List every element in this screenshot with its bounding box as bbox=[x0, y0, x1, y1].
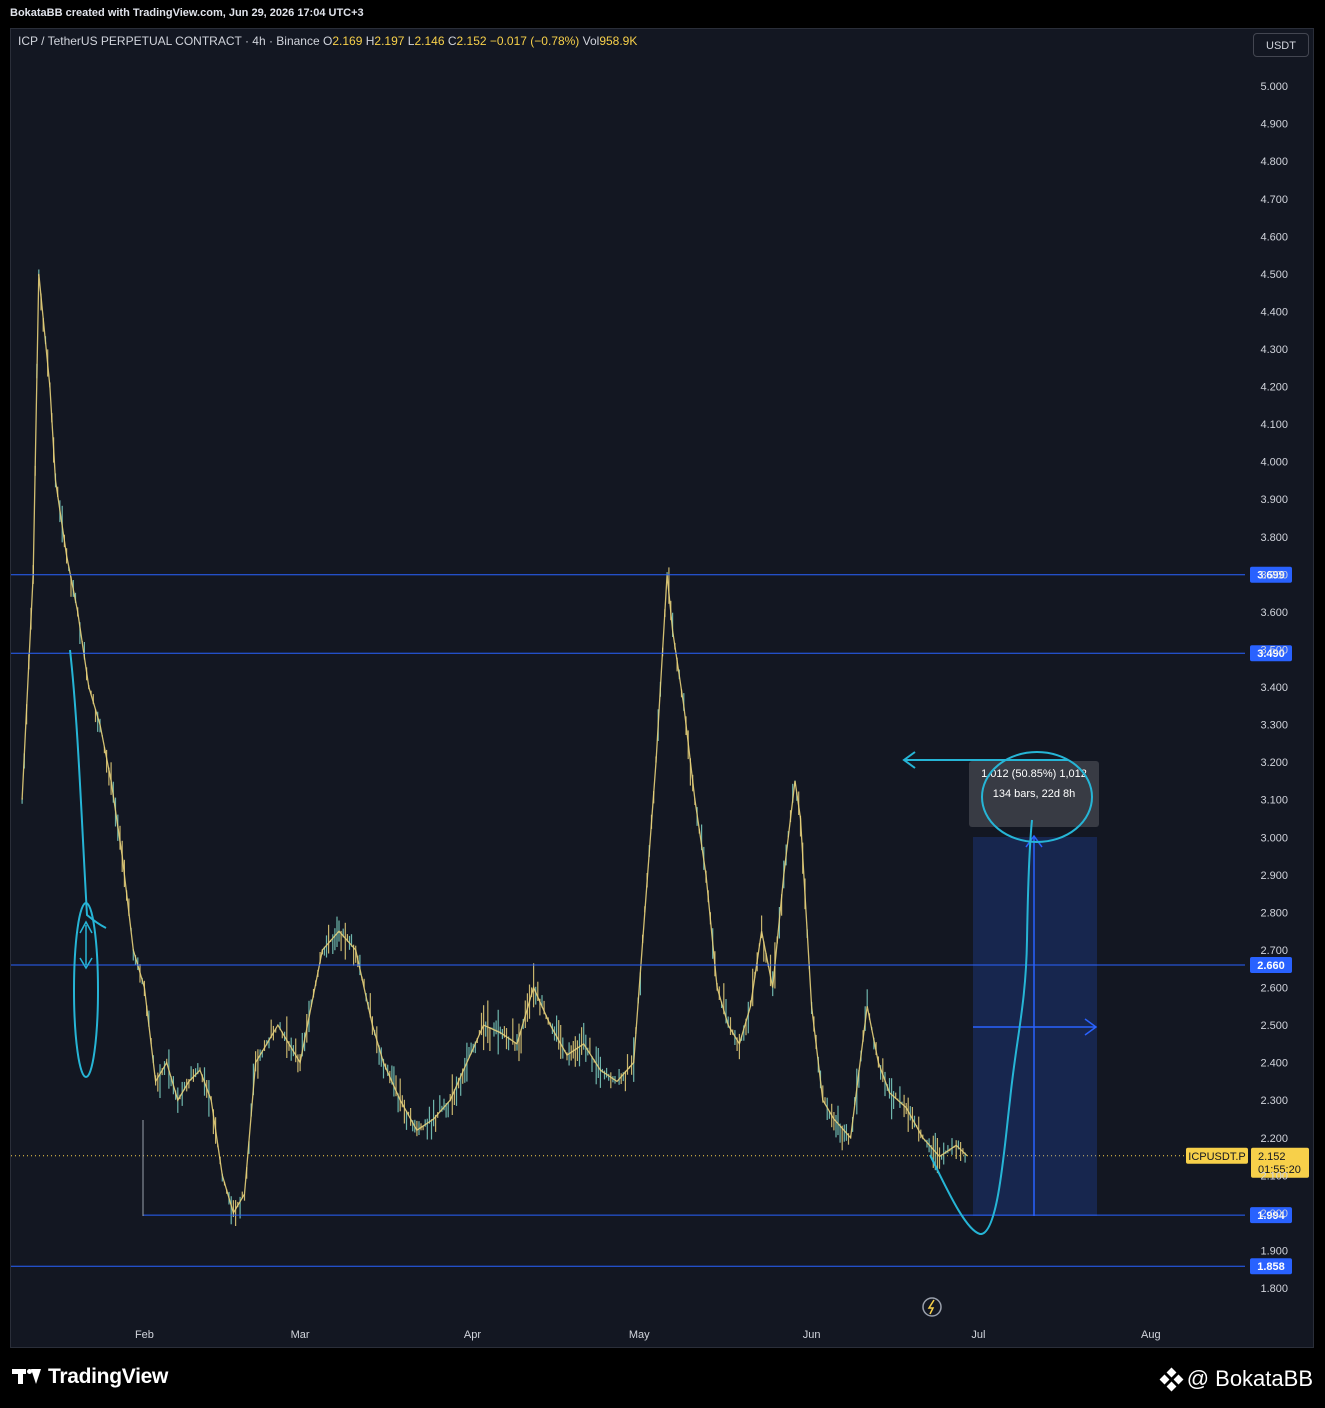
y-tick-label: 4.300 bbox=[1260, 344, 1288, 356]
drawings-layer[interactable]: 1.012 (50.85%) 1,012 134 bars, 22d 8h bbox=[69, 649, 1099, 1236]
symbol-tag-label: ICPUSDT.P bbox=[1188, 1151, 1245, 1163]
y-tick-label: 4.600 bbox=[1260, 231, 1288, 243]
left-double-arrow bbox=[79, 920, 93, 970]
legend-symbol: ICP / TetherUS PERPETUAL CONTRACT · 4h ·… bbox=[18, 34, 320, 48]
brand-name: TradingView bbox=[48, 1365, 169, 1388]
tradingview-logo[interactable]: TradingView bbox=[12, 1365, 168, 1389]
x-tick-label: Mar bbox=[291, 1329, 310, 1341]
y-tick-label: 3.200 bbox=[1260, 757, 1288, 769]
x-tick-label: Feb bbox=[135, 1329, 154, 1341]
y-tick-label: 2.400 bbox=[1260, 1058, 1288, 1070]
x-tick-label: Jun bbox=[803, 1329, 821, 1341]
y-tick-label: 2.900 bbox=[1260, 870, 1288, 882]
y-tick-label: 2.700 bbox=[1260, 945, 1288, 957]
price-axis[interactable]: 1.800 1.900 2.000 2.100 2.200 2.300 2.400 2.500… bbox=[1260, 81, 1288, 1295]
footer bbox=[0, 1350, 1325, 1408]
y-tick-label: 4.400 bbox=[1260, 306, 1288, 318]
y-tick-label: 5.000 bbox=[1260, 81, 1288, 93]
x-tick-label: Jul bbox=[971, 1329, 985, 1341]
y-tick-label: 3.400 bbox=[1260, 682, 1288, 694]
legend-volume-value: 958.9K bbox=[599, 34, 638, 48]
chart-legend: ICP / TetherUS PERPETUAL CONTRACT · 4h ·… bbox=[18, 34, 637, 48]
y-tick-label: 1.800 bbox=[1260, 1283, 1288, 1295]
y-tick-label: 2.500 bbox=[1260, 1020, 1288, 1032]
legend-close-value: 2.152 bbox=[456, 34, 487, 48]
author-tag[interactable]: @ BokataBB bbox=[1159, 1366, 1313, 1392]
current-price-label: 2.152 bbox=[1258, 1151, 1286, 1163]
flash-icon[interactable] bbox=[922, 1297, 942, 1317]
y-tick-label: 4.700 bbox=[1260, 194, 1288, 206]
legend-high-value: 2.197 bbox=[374, 34, 405, 48]
y-tick-label: 2.800 bbox=[1260, 907, 1288, 919]
y-tick-label: 4.500 bbox=[1260, 269, 1288, 281]
binance-icon bbox=[1159, 1367, 1184, 1392]
y-tick-label: 2.100 bbox=[1260, 1170, 1288, 1182]
y-tick-label: 4.000 bbox=[1260, 457, 1288, 469]
y-tick-label: 4.200 bbox=[1260, 382, 1288, 394]
measure-line1: 1.012 (50.85%) 1,012 bbox=[981, 768, 1087, 780]
measure-line2: 134 bars, 22d 8h bbox=[993, 788, 1076, 800]
legend-open-label: O bbox=[323, 34, 333, 48]
y-tick-label: 2.200 bbox=[1260, 1133, 1288, 1145]
y-tick-label: 3.700 bbox=[1260, 569, 1288, 581]
price-line bbox=[21, 273, 968, 1215]
y-tick-label: 2.600 bbox=[1260, 983, 1288, 995]
price-series-layer bbox=[21, 269, 968, 1226]
y-tick-label: 4.100 bbox=[1260, 419, 1288, 431]
legend-volume-label: Vol bbox=[582, 34, 600, 48]
y-tick-label: 3.900 bbox=[1260, 494, 1288, 506]
horizontal-levels-layer[interactable]: 3.6993.4902.6601.9941.858ICPUSDT.P 2.1520… bbox=[11, 566, 1309, 1275]
y-tick-label: 2.000 bbox=[1260, 1208, 1288, 1220]
y-tick-label: 2.300 bbox=[1260, 1095, 1288, 1107]
y-tick-label: 4.900 bbox=[1260, 119, 1288, 131]
y-tick-label: 3.100 bbox=[1260, 795, 1288, 807]
x-tick-label: Apr bbox=[464, 1329, 481, 1341]
time-axis[interactable]: Feb Mar Apr May Jun Jul Aug bbox=[135, 1329, 1161, 1341]
early-down-curve bbox=[69, 649, 107, 929]
y-tick-label: 3.800 bbox=[1260, 532, 1288, 544]
currency-button[interactable]: USDT bbox=[1253, 33, 1309, 57]
level-price-label: 1.858 bbox=[1257, 1261, 1285, 1273]
legend-open-value: 2.169 bbox=[332, 34, 363, 48]
y-tick-label: 3.300 bbox=[1260, 720, 1288, 732]
level-price-label: 2.660 bbox=[1257, 960, 1285, 972]
author-name: @ BokataBB bbox=[1186, 1366, 1313, 1391]
y-tick-label: 3.600 bbox=[1260, 607, 1288, 619]
y-tick-label: 3.000 bbox=[1260, 832, 1288, 844]
price-chart[interactable]: 3.6993.4902.6601.9941.858ICPUSDT.P 2.1520… bbox=[0, 0, 1325, 1350]
legend-close-label: C bbox=[447, 34, 457, 48]
x-tick-label: May bbox=[629, 1329, 650, 1341]
y-tick-label: 4.800 bbox=[1260, 156, 1288, 168]
legend-change: −0.017 (−0.78%) bbox=[489, 34, 580, 48]
y-tick-label: 1.900 bbox=[1260, 1245, 1288, 1257]
y-tick-label: 3.500 bbox=[1260, 644, 1288, 656]
tradingview-icon bbox=[12, 1367, 42, 1387]
legend-low-value: 2.146 bbox=[414, 34, 445, 48]
x-tick-label: Aug bbox=[1141, 1329, 1161, 1341]
